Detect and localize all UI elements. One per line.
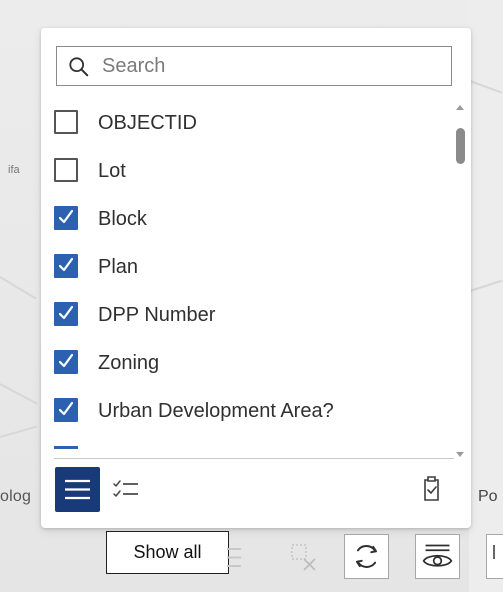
list-item-label: Zoning — [98, 352, 160, 374]
eye-list-icon — [422, 544, 453, 567]
map-label: ifa — [8, 164, 20, 176]
list-item[interactable]: Plan — [41, 250, 441, 298]
clear-selection-button[interactable] — [409, 467, 454, 512]
footer-divider — [54, 458, 454, 459]
list-item[interactable]: Zoning — [41, 346, 441, 394]
checkbox-checked[interactable] — [54, 254, 78, 278]
checkbox-checked[interactable] — [54, 302, 78, 326]
list-item[interactable]: Urban Development Area? — [41, 394, 441, 442]
list-item-label: Block — [98, 208, 147, 230]
list-item-label: DPP Number — [98, 304, 216, 326]
checkbox-checked[interactable] — [54, 398, 78, 422]
checkbox-checked[interactable] — [54, 206, 78, 230]
search-box[interactable] — [56, 46, 452, 86]
clipboard-check-icon — [424, 476, 439, 501]
checkmark-icon — [59, 401, 73, 416]
more-button[interactable] — [486, 534, 503, 579]
scroll-down-arrow[interactable] — [456, 452, 464, 457]
field-list-popover: OBJECTID Lot Block Plan — [41, 28, 471, 528]
list-icon — [227, 548, 241, 567]
checkbox-unchecked[interactable] — [54, 110, 78, 134]
checkmark-icon — [59, 209, 73, 224]
scrollbar[interactable] — [453, 98, 467, 463]
show-all-button[interactable] — [55, 467, 100, 512]
toolbar-list-button[interactable] — [206, 534, 251, 579]
list-item[interactable]: Block — [41, 202, 441, 250]
list-item-label: OBJECTID — [98, 112, 197, 134]
list-item-label: Plan — [98, 256, 139, 278]
list-item-label: Urban Development Area? — [98, 400, 334, 422]
checkmark-icon — [59, 305, 73, 320]
list-item-label: Lot — [98, 160, 126, 182]
search-icon — [69, 57, 89, 77]
toolbar-clear-button[interactable] — [281, 534, 326, 579]
refresh-button[interactable] — [344, 534, 389, 579]
checklist-icon — [113, 480, 138, 497]
partial-checkbox[interactable] — [54, 446, 78, 449]
search-input[interactable] — [102, 47, 442, 85]
refresh-icon — [355, 545, 378, 568]
clear-selection-icon — [291, 544, 316, 571]
map-label-left: olog — [0, 488, 32, 505]
list-item[interactable]: Lot — [41, 154, 441, 202]
checkbox-checked[interactable] — [54, 350, 78, 374]
scroll-up-arrow[interactable] — [456, 105, 464, 110]
map-label-right: Po — [478, 488, 498, 505]
field-list: OBJECTID Lot Block Plan DPP Number Zonin… — [41, 106, 471, 457]
list-icon — [65, 479, 90, 500]
list-item[interactable]: OBJECTID — [41, 106, 441, 154]
checkmark-icon — [59, 353, 73, 368]
show-selected-button[interactable] — [105, 467, 150, 512]
scroll-thumb[interactable] — [456, 128, 465, 164]
list-item[interactable]: DPP Number — [41, 298, 441, 346]
more-indicator — [493, 545, 495, 559]
checkbox-unchecked[interactable] — [54, 158, 78, 182]
checkmark-icon — [59, 257, 73, 272]
visibility-button[interactable] — [415, 534, 460, 579]
